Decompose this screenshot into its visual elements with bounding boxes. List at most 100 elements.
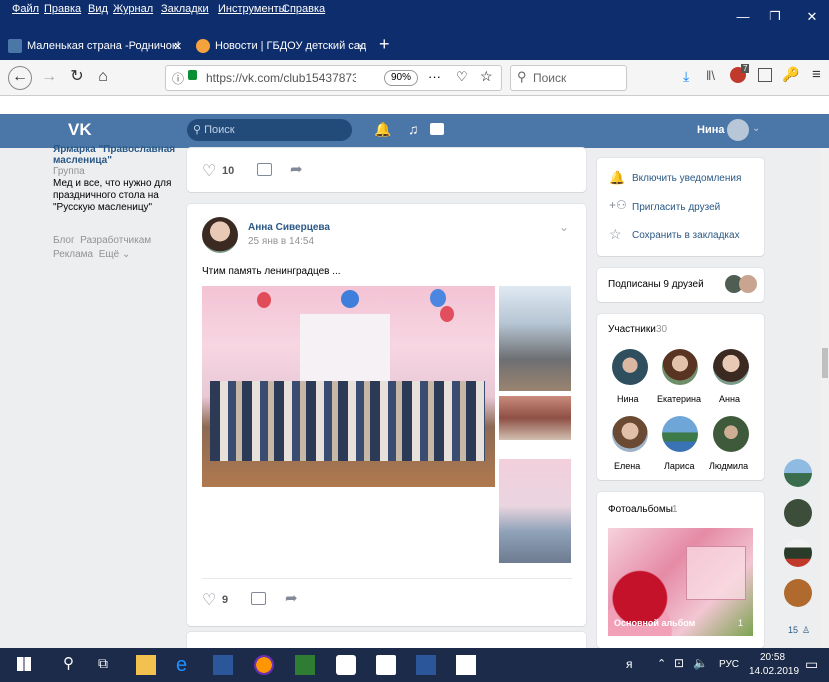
clock-time[interactable]: 20:58 bbox=[760, 652, 785, 663]
group-title-link[interactable]: Ярмарка "Православная масленица" bbox=[53, 144, 178, 166]
post-author-link[interactable]: Анна Сиверцева bbox=[248, 222, 330, 233]
scrollbar-thumb[interactable] bbox=[822, 348, 828, 378]
share-icon[interactable]: ➦ bbox=[285, 589, 298, 607]
word-document-icon[interactable] bbox=[416, 655, 436, 675]
hamburger-menu-icon[interactable]: ≡ bbox=[812, 66, 821, 83]
people-icon[interactable]: ᴙ bbox=[626, 657, 633, 671]
menu-edit[interactable]: Правка bbox=[44, 3, 81, 15]
member-name[interactable]: Елена bbox=[614, 461, 640, 471]
new-tab-button[interactable]: + bbox=[379, 34, 390, 55]
menu-view[interactable]: Вид bbox=[88, 3, 108, 15]
menu-history[interactable]: Журнал bbox=[113, 3, 153, 15]
author-avatar[interactable] bbox=[202, 217, 238, 253]
pocket-icon[interactable]: ♡ bbox=[456, 69, 468, 85]
word-icon[interactable] bbox=[213, 655, 233, 675]
tab-malenkaya-strana[interactable]: Маленькая страна -Родничок! bbox=[8, 34, 186, 59]
member-avatar[interactable] bbox=[713, 416, 749, 452]
online-count[interactable]: 15 bbox=[788, 625, 798, 635]
post-photo-3[interactable] bbox=[499, 396, 571, 440]
photos-icon[interactable] bbox=[456, 655, 476, 675]
zoom-badge[interactable]: 90% bbox=[384, 70, 419, 86]
invite-friends-link[interactable]: Пригласить друзей bbox=[632, 202, 720, 213]
user-avatar[interactable] bbox=[727, 119, 749, 141]
tab-novosti[interactable]: Новости | ГБДОУ детский сад bbox=[196, 34, 366, 59]
play-icon[interactable] bbox=[430, 123, 444, 135]
online-friend-avatar[interactable] bbox=[784, 459, 812, 487]
menu-tools[interactable]: Инструменты bbox=[218, 3, 287, 15]
search-icon[interactable]: ⚲ bbox=[63, 654, 74, 672]
footer-link-blog[interactable]: Блог bbox=[53, 235, 75, 246]
chevron-down-icon[interactable]: ⌄ bbox=[559, 220, 569, 234]
url-bar[interactable]: ⓘ https://vk.com/club15437873 90% ··· ♡ … bbox=[165, 65, 502, 91]
member-avatar[interactable] bbox=[713, 349, 749, 385]
url-text[interactable]: https://vk.com/club15437873 bbox=[206, 71, 356, 85]
home-icon[interactable]: ⌂ bbox=[92, 66, 114, 88]
chevron-down-icon[interactable]: ⌄ bbox=[752, 123, 760, 134]
library-icon[interactable]: ‖\ bbox=[706, 68, 715, 83]
album-cover[interactable]: Основной альбом 1 bbox=[608, 528, 753, 636]
vk-logo[interactable]: VK bbox=[68, 120, 92, 140]
edge-browser-icon[interactable]: e bbox=[176, 655, 196, 675]
comment-icon[interactable] bbox=[251, 592, 266, 605]
firefox-icon[interactable] bbox=[254, 655, 274, 675]
mail-icon[interactable] bbox=[376, 655, 396, 675]
show-hidden-icons[interactable]: ⌃ bbox=[657, 657, 666, 670]
footer-link-ads[interactable]: Реклама bbox=[53, 249, 93, 260]
notifications-bell-icon[interactable]: 🔔 bbox=[374, 121, 391, 138]
member-name[interactable]: Анна bbox=[719, 394, 740, 404]
member-avatar[interactable] bbox=[612, 416, 648, 452]
page-scrollbar[interactable] bbox=[821, 148, 829, 648]
vk-search-input[interactable]: ⚲ Поиск bbox=[187, 119, 352, 141]
music-icon[interactable]: ♫ bbox=[408, 121, 419, 137]
sidebar-icon[interactable] bbox=[758, 68, 772, 82]
online-friend-avatar[interactable] bbox=[784, 499, 812, 527]
menu-file[interactable]: Файл bbox=[12, 3, 39, 15]
info-icon[interactable]: ⓘ bbox=[172, 70, 184, 87]
member-avatar[interactable] bbox=[662, 349, 698, 385]
menu-bookmarks[interactable]: Закладки bbox=[161, 3, 209, 15]
post-main-photo[interactable] bbox=[202, 286, 495, 487]
members-label[interactable]: Участники bbox=[608, 324, 656, 335]
reload-icon[interactable]: ↻ bbox=[66, 66, 88, 88]
save-bookmarks-link[interactable]: Сохранить в закладках bbox=[632, 230, 740, 241]
task-view-icon[interactable]: ⧉ bbox=[98, 655, 108, 672]
post-date[interactable]: 25 янв в 14:54 bbox=[248, 236, 314, 247]
network-icon[interactable]: ⊡ bbox=[674, 656, 684, 670]
browser-search-input[interactable]: ⚲ Поиск bbox=[510, 65, 627, 91]
page-actions-icon[interactable]: ··· bbox=[428, 69, 441, 84]
share-icon[interactable]: ➦ bbox=[290, 160, 303, 178]
member-name[interactable]: Людмила bbox=[709, 461, 748, 471]
post-photo-2[interactable] bbox=[499, 286, 571, 391]
member-avatar[interactable] bbox=[612, 349, 648, 385]
notification-center-icon[interactable]: ▭ bbox=[805, 656, 818, 673]
member-avatar[interactable] bbox=[662, 416, 698, 452]
windows-start-icon[interactable] bbox=[17, 657, 31, 671]
member-name[interactable]: Нина bbox=[617, 394, 639, 404]
footer-link-more[interactable]: Ещё bbox=[99, 249, 119, 260]
enable-notifications-link[interactable]: Включить уведомления bbox=[632, 173, 741, 184]
file-explorer-icon[interactable] bbox=[136, 655, 156, 675]
clock-date[interactable]: 14.02.2019 bbox=[749, 666, 799, 677]
excel-icon[interactable] bbox=[295, 655, 315, 675]
download-icon[interactable]: ⤓ bbox=[683, 68, 689, 85]
member-name[interactable]: Екатерина bbox=[657, 394, 701, 404]
member-name[interactable]: Лариса bbox=[664, 461, 694, 471]
forward-icon[interactable]: → bbox=[38, 66, 60, 88]
close-tab-icon[interactable]: ✕ bbox=[356, 40, 365, 53]
close-tab-icon[interactable]: ✕ bbox=[173, 40, 182, 53]
friends-subscribed-card[interactable]: Подписаны 9 друзей bbox=[597, 268, 764, 302]
like-heart-icon[interactable]: ♡ bbox=[202, 590, 216, 610]
online-friend-avatar[interactable] bbox=[784, 539, 812, 567]
back-icon[interactable]: ← bbox=[8, 66, 32, 90]
bookmark-star-icon[interactable]: ☆ bbox=[480, 68, 493, 85]
store-icon[interactable] bbox=[336, 655, 356, 675]
menu-help[interactable]: Справка bbox=[282, 3, 325, 15]
comment-icon[interactable] bbox=[257, 163, 272, 176]
photo-albums-label[interactable]: Фотоальбомы bbox=[608, 504, 673, 515]
footer-link-developers[interactable]: Разработчикам bbox=[80, 235, 151, 246]
key-icon[interactable]: 🔑 bbox=[782, 66, 799, 83]
post-photo-4[interactable] bbox=[499, 459, 571, 563]
like-heart-icon[interactable]: ♡ bbox=[202, 161, 216, 181]
volume-icon[interactable]: 🔈 bbox=[693, 656, 708, 670]
language-indicator[interactable]: РУС bbox=[719, 659, 739, 670]
